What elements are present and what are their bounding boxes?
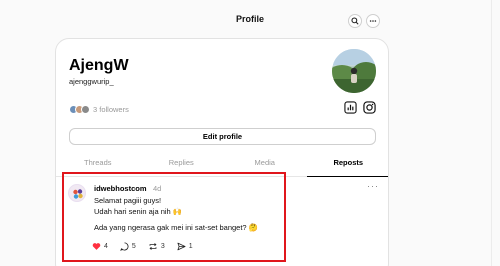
followers-row[interactable]: 3 followers <box>69 103 129 115</box>
heart-icon <box>92 242 101 250</box>
edit-profile-button[interactable]: Edit profile <box>69 128 376 145</box>
share-button[interactable]: 1 <box>177 242 193 251</box>
post-author-avatar[interactable] <box>68 184 86 202</box>
insights-icon[interactable] <box>344 101 357 114</box>
ellipsis-icon <box>369 20 377 22</box>
tab-reposts[interactable]: Reposts <box>306 153 388 177</box>
post-timestamp: 4d <box>153 184 162 193</box>
post-text-line: Selamat pagiii guys! <box>94 196 162 205</box>
repost-button[interactable]: 3 <box>148 242 165 251</box>
page-title: Profile <box>235 14 264 24</box>
tab-replies[interactable]: Replies <box>139 153 223 177</box>
profile-avatar[interactable] <box>332 49 376 93</box>
follower-avatar <box>81 104 90 114</box>
reply-count: 5 <box>131 242 136 250</box>
post-actions: 4 5 3 1 <box>92 240 205 252</box>
idwebhost-logo-icon <box>73 189 83 199</box>
top-bar: Profile <box>0 0 500 40</box>
reply-button[interactable]: 5 <box>119 241 136 251</box>
instagram-icon[interactable] <box>363 101 376 114</box>
profile-tabs: Threads Replies Media Reposts <box>56 153 388 177</box>
post-text-line: Udah hari senin aja nih 🙌 <box>94 207 183 216</box>
search-button[interactable] <box>348 14 362 28</box>
search-icon <box>351 17 359 25</box>
share-count: 1 <box>188 242 193 250</box>
followers-count: 3 followers <box>93 104 129 114</box>
profile-handle: ajenggwurip_ <box>69 77 114 86</box>
like-count: 4 <box>104 242 108 250</box>
repost-count: 3 <box>160 242 165 250</box>
post-text-line: Ada yang ngerasa gak mei ini sat-set ban… <box>94 223 259 232</box>
send-icon <box>177 242 186 250</box>
more-options-button[interactable] <box>366 14 380 28</box>
repost-icon <box>149 242 157 250</box>
tab-threads[interactable]: Threads <box>56 153 140 177</box>
avatar-photo <box>332 49 376 93</box>
profile-name: AjengW <box>69 57 129 74</box>
profile-card: AjengW ajenggwurip_ 3 followers Edit pro… <box>55 38 389 266</box>
tab-media[interactable]: Media <box>223 153 307 177</box>
comment-icon <box>119 241 129 251</box>
repost-item[interactable]: idwebhostcom 4d ··· Selamat pagiii guys!… <box>56 177 388 266</box>
post-username[interactable]: idwebhostcom <box>94 184 147 193</box>
like-button[interactable]: 4 <box>92 242 108 251</box>
scrollbar-track[interactable] <box>491 0 492 266</box>
post-more-button[interactable]: ··· <box>367 181 379 191</box>
